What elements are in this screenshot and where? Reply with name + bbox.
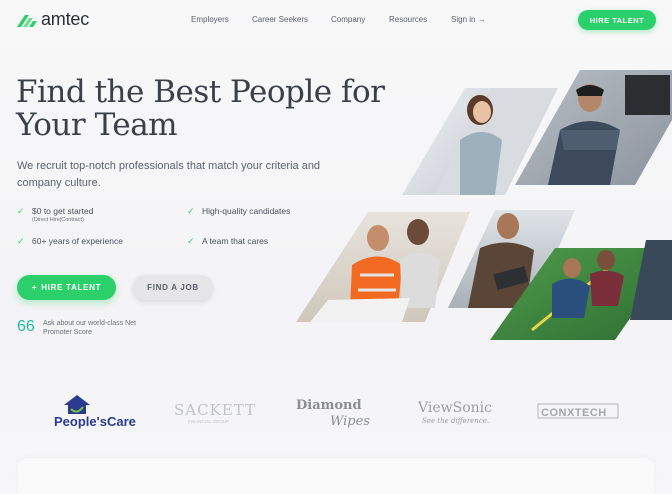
- check-icon: ✓: [17, 206, 25, 216]
- conxtech-logo-text: CONXTECH: [541, 407, 607, 419]
- brand-name: amtec: [41, 9, 90, 29]
- peoples-care-logo: People'sCare: [54, 395, 136, 429]
- check-icon: ✓: [187, 236, 195, 246]
- diamond-wipes-logo-text: Diamond: [296, 398, 362, 413]
- top-nav: amtec Employers Career Seekers Company R…: [0, 0, 672, 42]
- photo-tile-construction: [296, 212, 470, 322]
- logo-row: People'sCare SACKETT FINANCIAL GROUP Dia…: [54, 395, 619, 429]
- sign-in-label: Sign in: [451, 15, 476, 24]
- amtec-logo-mark-icon: [17, 14, 37, 27]
- feature-item: ✓ $0 to get started (Direct Hire|Contrac…: [17, 206, 93, 223]
- nps-score: 66: [17, 318, 35, 335]
- hire-talent-nav-button[interactable]: HIRE TALENT: [578, 10, 656, 30]
- feature-item: ✓ 60+ years of experience: [17, 236, 123, 246]
- check-icon: ✓: [187, 206, 195, 216]
- photo-tile-workshop: [515, 70, 672, 185]
- viewsonic-logo-text: ViewSonic: [417, 400, 492, 416]
- client-logos: People'sCare SACKETT FINANCIAL GROUP Dia…: [0, 385, 672, 435]
- feature-label: A team that cares: [202, 236, 269, 246]
- nav-link-resources[interactable]: Resources: [389, 15, 427, 24]
- feature-label: $0 to get started: [32, 206, 94, 216]
- sackett-logo-text: SACKETT: [174, 401, 256, 419]
- conxtech-logo: CONXTECH: [537, 403, 619, 419]
- nps-label: Ask about our world-class Net Promoter S…: [43, 320, 136, 336]
- feature-label: High-quality candidates: [202, 206, 291, 216]
- plus-icon: +: [31, 283, 38, 292]
- diamond-wipes-logo: Diamond Wipes: [296, 398, 370, 429]
- nav-link-company[interactable]: Company: [331, 15, 365, 24]
- sackett-logo-sub: FINANCIAL GROUP: [188, 419, 229, 424]
- check-icon: ✓: [17, 236, 25, 246]
- viewsonic-logo-sub: See the difference.: [422, 417, 489, 425]
- feature-item: ✓ A team that cares: [187, 236, 268, 246]
- nav-link-career-seekers[interactable]: Career Seekers: [252, 15, 308, 24]
- feature-label: 60+ years of experience: [32, 236, 123, 246]
- sign-in-link[interactable]: Sign in →: [451, 15, 486, 24]
- amtec-logo[interactable]: amtec: [17, 9, 89, 30]
- feature-item: ✓ High-quality candidates: [187, 206, 290, 216]
- nav-link-employers[interactable]: Employers: [191, 15, 229, 24]
- find-a-job-button[interactable]: FIND A JOB: [133, 275, 213, 300]
- diamond-wipes-logo-sub: Wipes: [330, 414, 370, 429]
- next-section-card: [18, 458, 654, 494]
- hero-photo-collage: [296, 70, 672, 340]
- hire-talent-label: HIRE TALENT: [41, 283, 102, 292]
- arrow-right-icon: →: [477, 15, 486, 24]
- hire-talent-button[interactable]: + HIRE TALENT: [17, 275, 116, 300]
- feature-sublabel: (Direct Hire|Contract): [32, 217, 84, 223]
- viewsonic-logo: ViewSonic See the difference.: [417, 400, 492, 425]
- sackett-logo: SACKETT FINANCIAL GROUP: [174, 401, 256, 424]
- peoples-care-logo-text: People'sCare: [54, 414, 136, 429]
